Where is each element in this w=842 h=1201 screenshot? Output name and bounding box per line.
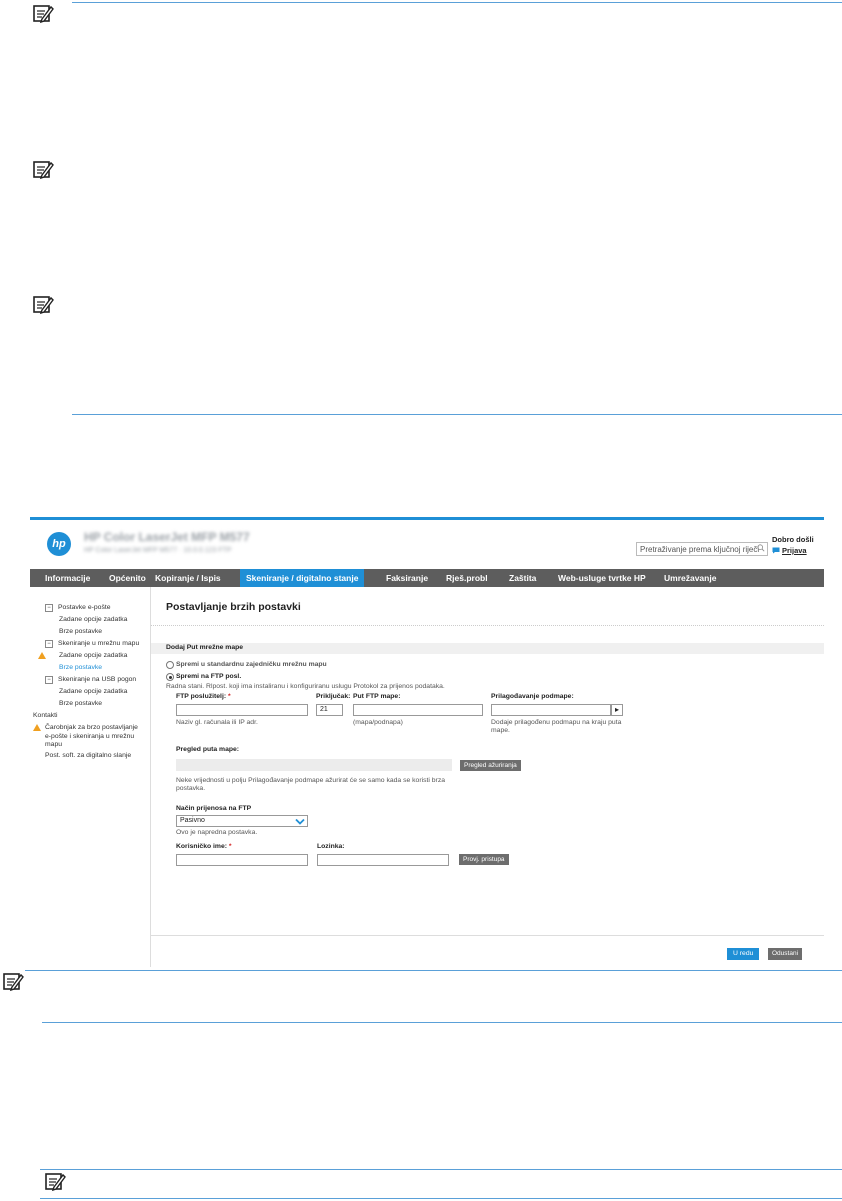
login-icon (772, 547, 780, 554)
welcome-text: Dobro došli (772, 535, 814, 544)
ftp-path-label: Put FTP mape: (353, 693, 401, 700)
main-nav: Informacije Općenito Kopiranje / Ispis S… (30, 569, 824, 587)
transfer-mode-label: Način prijenosa na FTP (176, 805, 252, 812)
subfolder-hint: Dodaje prilagođenu podmapu na kraju puta… (491, 719, 622, 734)
sidebar-item-folder-quick[interactable]: Brze postavke (59, 664, 102, 671)
warning-icon (33, 724, 41, 731)
radio-ftp-label: Spremi na FTP posl. (176, 673, 242, 680)
username-label: Korisničko ime: * (176, 843, 232, 850)
sidebar-item-usb-quick[interactable]: Brze postavke (59, 700, 102, 707)
sidebar-item-wizard[interactable]: Čarobnjak za brzo postavljanje e-pošte i… (45, 724, 145, 750)
tab-faksiranje[interactable]: Faksiranje (386, 569, 428, 587)
section-header: Dodaj Put mrežne mape (151, 643, 824, 654)
note-rule (25, 970, 842, 971)
tab-skeniranje[interactable]: Skeniranje / digitalno stanje (240, 569, 365, 587)
note-rule (42, 1022, 842, 1023)
section-title: Dodaj Put mrežne mape (166, 644, 244, 651)
username-label-text: Korisničko ime: (176, 843, 227, 850)
username-input[interactable] (176, 854, 308, 866)
sidebar-item-email-defaults[interactable]: Zadane opcije zadatka (59, 616, 127, 623)
preview-update-button[interactable]: Pregled ažuriranja (460, 760, 521, 771)
ftp-server-hint: Naziv gl. računala ili IP adr. (176, 719, 258, 726)
subfolder-input[interactable] (491, 704, 611, 716)
ftp-server-input[interactable] (176, 704, 308, 716)
password-input[interactable] (317, 854, 449, 866)
warning-icon (38, 652, 46, 659)
sidebar-item-folder-defaults[interactable]: Zadane opcije zadatka (59, 652, 127, 659)
radio-ftp[interactable] (166, 673, 174, 681)
subfolder-label: Prilagođavanje podmape: (491, 693, 574, 700)
note-icon (33, 296, 54, 315)
sidebar-item-software[interactable]: Post. soft. za digitalno slanje (45, 752, 131, 759)
subfolder-add-button[interactable]: ▸ (611, 704, 623, 716)
product-subtitle: HP Color LaserJet MFP M577 · 10.0.0.123 … (84, 547, 232, 554)
note-icon (33, 161, 54, 180)
footer-divider (151, 935, 824, 936)
required-mark: * (228, 693, 231, 700)
note-rule (40, 1198, 842, 1199)
ews-header: hp HP Color LaserJet MFP M577 HP Color L… (30, 520, 824, 566)
search-placeholder: Pretraživanje prema ključnoj riječi (640, 545, 760, 554)
ftp-server-label-text: FTP poslužitelj: (176, 693, 227, 700)
port-label: Priključak: (316, 693, 351, 700)
sidebar-item-scan-folder[interactable]: Skeniranje u mrežnu mapu (58, 640, 139, 647)
collapse-icon[interactable]: − (45, 604, 53, 612)
preview-hint: Neke vrijednosti u polju Prilagođavanje … (176, 777, 445, 792)
radio-shared-folder[interactable] (166, 661, 174, 669)
transfer-mode-hint: Ovo je napredna postavka. (176, 829, 258, 836)
tab-informacije[interactable]: Informacije (45, 569, 90, 587)
tab-opcenito[interactable]: Općenito (109, 569, 146, 587)
note-icon (45, 1173, 66, 1192)
sidebar-item-contacts[interactable]: Kontakti (33, 712, 58, 719)
sidebar-item-email-quick[interactable]: Brze postavke (59, 628, 102, 635)
tab-web-usluge[interactable]: Web-usluge tvrtke HP (558, 569, 646, 587)
sidebar: − Postavke e-pošte Zadane opcije zadatka… (30, 587, 151, 967)
password-label: Lozinka: (317, 843, 345, 850)
tab-zastita[interactable]: Zaštita (509, 569, 536, 587)
note-top-rule (72, 2, 842, 3)
tab-umrezavanje[interactable]: Umrežavanje (664, 569, 716, 587)
ftp-note: Radna stani. Rlpost. koji ima instaliran… (166, 683, 445, 690)
verify-access-button[interactable]: Provj. pristupa (459, 854, 509, 865)
note-bottom-rule (72, 414, 842, 415)
hp-logo[interactable]: hp (47, 532, 71, 556)
main-panel: Postavljanje brzih postavki Dodaj Put mr… (151, 587, 824, 967)
radio-shared-folder-label: Spremi u standardnu zajedničku mrežnu ma… (176, 661, 327, 668)
cancel-button[interactable]: Odustani (768, 948, 803, 960)
page-title: Postavljanje brzih postavki (166, 601, 301, 613)
chevron-down-icon (295, 818, 305, 825)
search-icon[interactable] (757, 544, 765, 552)
preview-path-box (176, 759, 452, 771)
sidebar-item-email-settings[interactable]: Postavke e-pošte (58, 604, 111, 611)
ews-screenshot: hp HP Color LaserJet MFP M577 HP Color L… (30, 517, 824, 967)
tab-kopiranje[interactable]: Kopiranje / Ispis (155, 569, 221, 587)
ok-button[interactable]: U redu (727, 948, 760, 960)
ftp-server-label: FTP poslužitelj: * (176, 693, 231, 700)
collapse-icon[interactable]: − (45, 640, 53, 648)
sidebar-item-scan-usb[interactable]: Skeniranje na USB pogon (58, 676, 136, 683)
port-input[interactable]: 21 (316, 704, 343, 716)
preview-label: Pregled puta mape: (176, 746, 240, 753)
login-link[interactable]: Prijava (782, 546, 807, 555)
ftp-path-input[interactable] (353, 704, 483, 716)
product-name: HP Color LaserJet MFP M577 (84, 530, 250, 544)
collapse-icon[interactable]: − (45, 676, 53, 684)
tab-rjesavanje[interactable]: Rješ.probl (446, 569, 488, 587)
note-icon (3, 973, 24, 992)
sidebar-item-usb-defaults[interactable]: Zadane opcije zadatka (59, 688, 127, 695)
search-input[interactable]: Pretraživanje prema ključnoj riječi (636, 542, 768, 556)
title-divider (151, 625, 824, 626)
note-rule (40, 1169, 842, 1170)
required-mark: * (228, 843, 232, 850)
transfer-mode-value: Pasivno (180, 817, 205, 824)
note-icon (33, 5, 54, 24)
ftp-path-hint: (mapa/podnapa) (353, 719, 403, 726)
transfer-mode-select[interactable]: Pasivno (176, 815, 308, 827)
